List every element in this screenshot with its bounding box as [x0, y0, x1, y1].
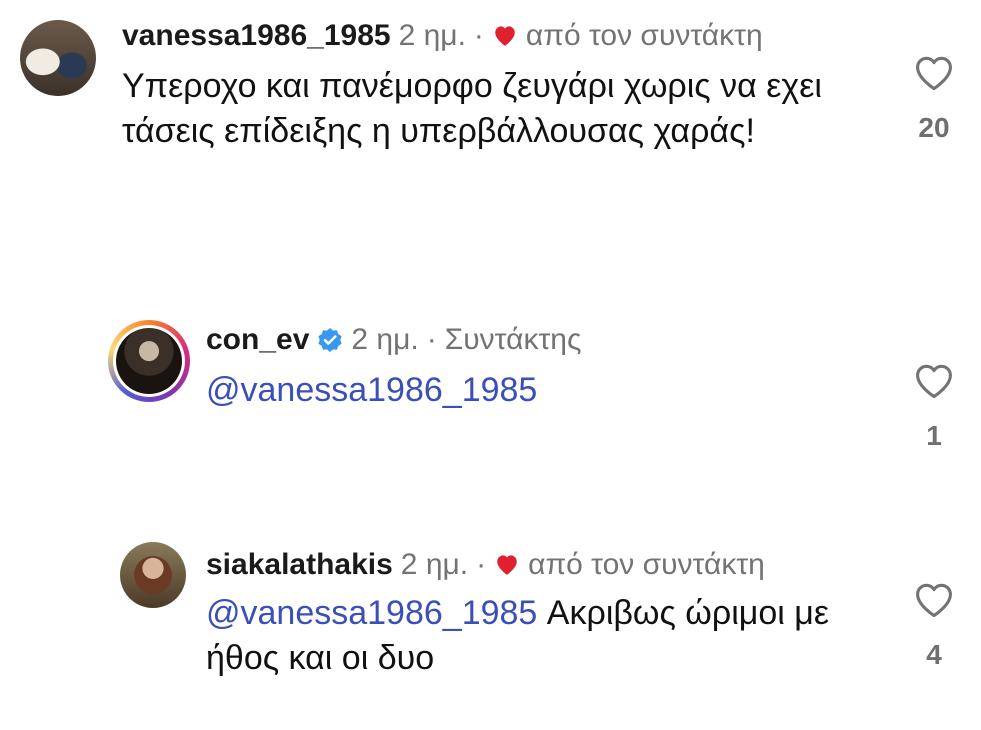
comment-meta: vanessa1986_1985 2 ημ. · από τον συντάκτ…	[122, 18, 763, 54]
separator: ·	[473, 19, 484, 52]
like-column: 4	[904, 581, 964, 671]
like-count: 20	[918, 112, 950, 143]
username[interactable]: vanessa1986_1985	[122, 18, 391, 54]
author-label: Συντάκτης	[444, 323, 582, 356]
timestamp: 2 ημ.	[400, 548, 469, 581]
timestamp: 2 ημ.	[398, 19, 466, 52]
separator: ·	[476, 548, 487, 581]
avatar[interactable]	[120, 542, 186, 608]
comment-item: con_ev 2 ημ. · Συντάκτης @vanessa1986_19…	[0, 300, 981, 500]
comment-body: Υπεροχο και πανέμορφο ζευγάρι χωρις να ε…	[122, 67, 822, 150]
like-column: 20	[904, 54, 964, 144]
like-heart-icon[interactable]	[913, 362, 955, 400]
like-count: 4	[926, 639, 942, 670]
username[interactable]: con_ev	[206, 322, 309, 358]
author-like-note: από τον συντάκτη	[525, 19, 763, 52]
timestamp: 2 ημ.	[351, 323, 419, 356]
red-heart-emoji	[555, 371, 595, 407]
avatar[interactable]	[108, 320, 190, 402]
avatar[interactable]	[20, 20, 96, 96]
comment-text: @vanessa1986_1985 Ακριβως ώριμοι με ήθος…	[206, 591, 846, 681]
comment-item: vanessa1986_1985 2 ημ. · από τον συντάκτ…	[0, 0, 981, 260]
like-heart-icon[interactable]	[913, 54, 955, 92]
verified-badge-icon	[317, 327, 343, 353]
heart-icon	[492, 23, 518, 49]
comment-item: siakalathakis 2 ημ. · από τον συντάκτη @…	[0, 525, 981, 730]
heart-icon	[494, 552, 520, 578]
comment-text: Υπεροχο και πανέμορφο ζευγάρι χωρις να ε…	[122, 64, 842, 154]
like-count: 1	[926, 420, 942, 451]
username[interactable]: siakalathakis	[206, 547, 393, 583]
mention-link[interactable]: @vanessa1986_1985	[206, 371, 537, 409]
like-column: 1	[904, 362, 964, 452]
like-heart-icon[interactable]	[913, 581, 955, 619]
separator: ·	[426, 323, 437, 356]
comment-meta: siakalathakis 2 ημ. · από τον συντάκτη	[206, 547, 765, 583]
mention-link[interactable]: @vanessa1986_1985	[206, 594, 537, 632]
author-like-note: από τον συντάκτη	[528, 548, 765, 581]
comment-text: @vanessa1986_1985	[206, 368, 846, 413]
comment-meta: con_ev 2 ημ. · Συντάκτης	[206, 322, 581, 358]
